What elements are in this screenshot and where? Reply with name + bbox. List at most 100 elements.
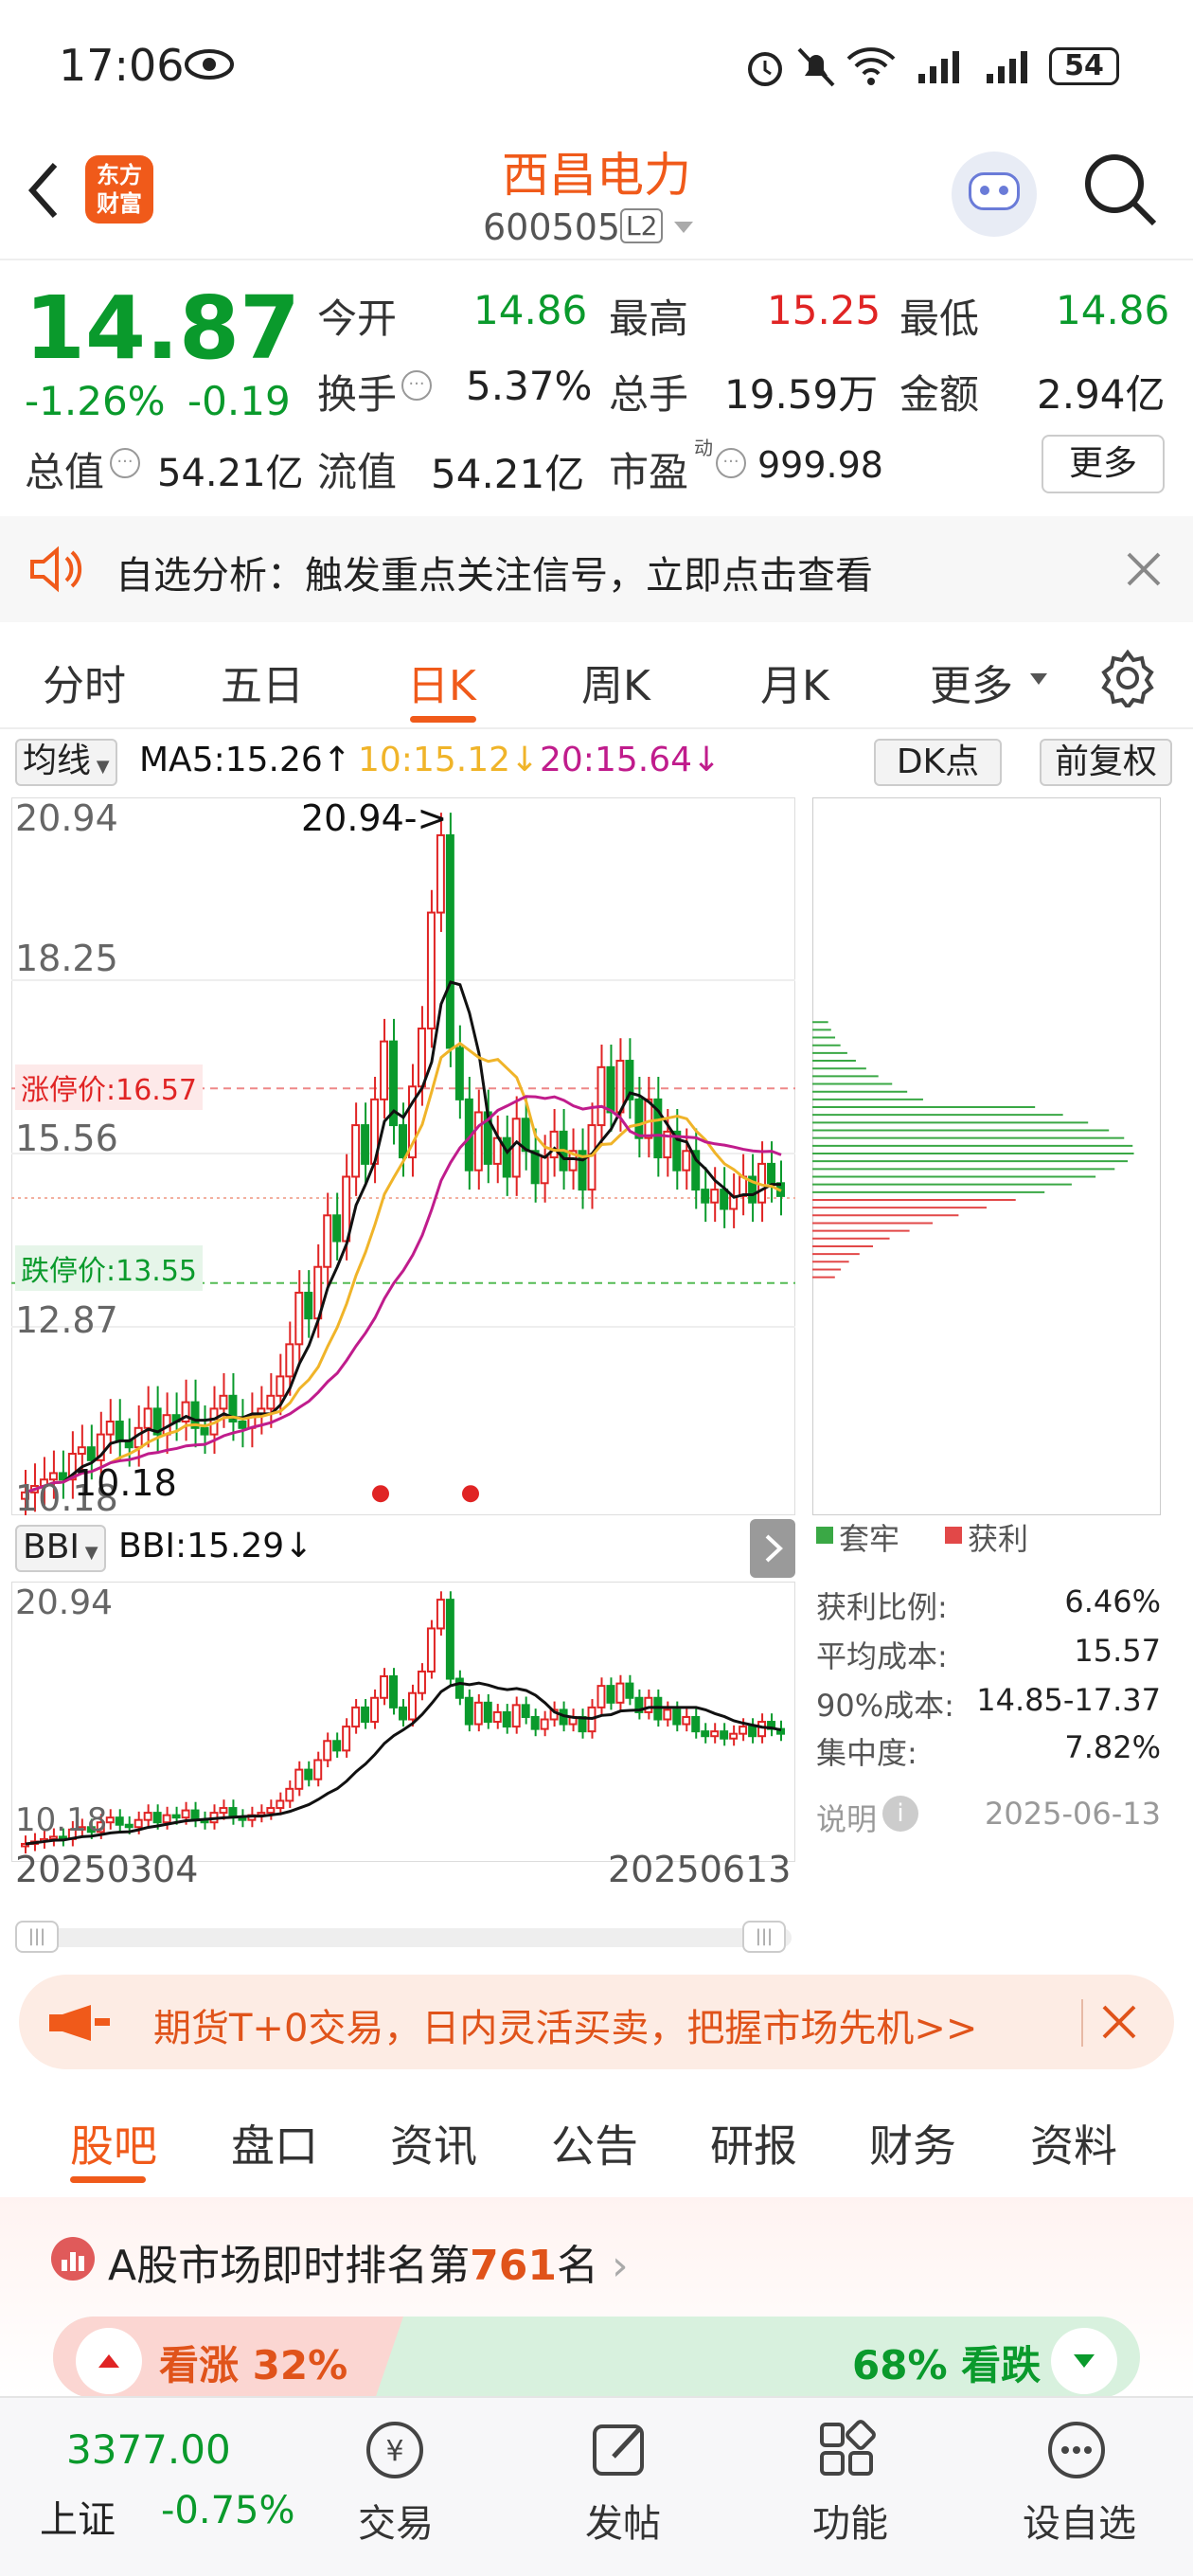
- close-icon[interactable]: [1125, 550, 1163, 588]
- range-handle-right[interactable]: |||: [742, 1921, 786, 1953]
- active-tab-indicator: [410, 716, 476, 723]
- ma-selector[interactable]: 均线 ▼: [15, 739, 117, 786]
- back-icon[interactable]: [25, 161, 62, 220]
- expand-panel-button[interactable]: [750, 1519, 795, 1578]
- tab-research[interactable]: 研报: [710, 2112, 797, 2174]
- sub-candle-body: [492, 1710, 502, 1724]
- grid-icon[interactable]: [814, 2417, 881, 2483]
- tab-month-k[interactable]: 月K: [760, 652, 829, 712]
- trade-icon[interactable]: ¥: [362, 2417, 428, 2483]
- close-icon[interactable]: [1100, 2003, 1138, 2041]
- info-icon[interactable]: ···: [110, 448, 140, 478]
- candle-body: [540, 1156, 549, 1185]
- sub-candle-body: [596, 1685, 606, 1708]
- info-icon[interactable]: ···: [401, 370, 432, 401]
- watchlist-label[interactable]: 设自选: [1023, 2493, 1136, 2548]
- index-name[interactable]: 上证: [40, 2489, 116, 2544]
- candle-body: [294, 1291, 304, 1346]
- tab-announcements[interactable]: 公告: [551, 2112, 638, 2174]
- peak-label: 20.94->: [301, 797, 448, 839]
- sub-candle-body: [389, 1675, 399, 1708]
- sub-candle-body: [710, 1730, 720, 1738]
- content-tabs: 股吧 盘口 资讯 公告 研报 财务 资料: [0, 2084, 1193, 2192]
- bbi-selector[interactable]: BBI ▼: [15, 1525, 106, 1572]
- logo-line2: 财富: [97, 190, 142, 217]
- index-change[interactable]: -0.75%: [161, 2489, 295, 2532]
- candle-body: [710, 1189, 720, 1204]
- more-button[interactable]: 更多: [1042, 435, 1165, 493]
- chevron-right-icon: [765, 1534, 783, 1563]
- sub-candle-body: [502, 1710, 511, 1728]
- tab-guba[interactable]: 股吧: [70, 2112, 157, 2174]
- futures-banner[interactable]: 期货T+0交易，日内灵活买卖，把握市场先机>>: [19, 1975, 1174, 2069]
- signal-dot: [462, 1485, 479, 1503]
- alarm-icon: [748, 52, 782, 86]
- open-value: 14.86: [473, 287, 588, 333]
- info-icon[interactable]: i: [882, 1796, 918, 1832]
- chip-row-label: 集中度:: [816, 1735, 917, 1771]
- sub-candle-body: [370, 1696, 380, 1724]
- adjust-button[interactable]: 前复权: [1040, 739, 1172, 786]
- sub-candle-body: [171, 1814, 181, 1819]
- rank-text[interactable]: A股市场即时排名第761名 ›: [108, 2231, 629, 2292]
- index-value[interactable]: 3377.00: [66, 2426, 231, 2473]
- tab-more[interactable]: 更多: [930, 652, 1013, 712]
- range-scrollbar[interactable]: [15, 1928, 792, 1947]
- chip-row-label: 平均成本:: [816, 1638, 948, 1674]
- app-logo[interactable]: 东方 财富: [85, 155, 153, 224]
- kline-chart[interactable]: [11, 797, 795, 1515]
- post-label[interactable]: 发帖: [585, 2493, 661, 2548]
- sub-candle-body: [540, 1718, 549, 1730]
- candle-body: [417, 1028, 426, 1088]
- trade-label[interactable]: 交易: [358, 2493, 434, 2548]
- change-value: -0.19: [187, 378, 291, 424]
- tab-minute[interactable]: 分时: [43, 652, 126, 712]
- mktcap-value: 54.21亿: [157, 452, 304, 495]
- stock-code: 600505: [483, 206, 621, 248]
- sub-candle-body: [266, 1807, 276, 1815]
- candle-body: [720, 1189, 729, 1210]
- tab-five-day[interactable]: 五日: [221, 652, 304, 712]
- candle-body: [77, 1446, 86, 1456]
- rank-section: A股市场即时排名第761名 › 看涨 32% 68% 看跌: [0, 2197, 1193, 2398]
- search-icon[interactable]: [1082, 152, 1158, 227]
- chip-row-value: 15.57: [1074, 1633, 1161, 1669]
- sub-candle-body: [162, 1814, 171, 1824]
- tab-day-k[interactable]: 日K: [407, 652, 476, 712]
- tab-profile[interactable]: 资料: [1030, 2112, 1117, 2174]
- caret-down-icon: [1030, 673, 1047, 685]
- legend-profit-swatch: [945, 1527, 962, 1544]
- robot-avatar[interactable]: [952, 152, 1037, 237]
- gear-icon[interactable]: [1098, 649, 1157, 707]
- bear-button[interactable]: [1051, 2328, 1117, 2394]
- tab-week-k[interactable]: 周K: [581, 652, 650, 712]
- tab-pankou[interactable]: 盘口: [231, 2112, 318, 2174]
- bbi-subchart[interactable]: [11, 1582, 795, 1862]
- sub-candle-body: [105, 1816, 115, 1824]
- notice-bar[interactable]: 自选分析：触发重点关注信号，立即点击查看: [0, 516, 1193, 622]
- tab-news[interactable]: 资讯: [390, 2112, 477, 2174]
- candle-body: [351, 1124, 361, 1178]
- low-label: 10.18: [74, 1462, 177, 1504]
- sub-candle-body: [436, 1599, 445, 1630]
- more-dots-icon[interactable]: [1043, 2417, 1110, 2483]
- level-badge[interactable]: L2: [620, 208, 664, 243]
- sub-candle-body: [720, 1730, 729, 1740]
- sub-candle-body: [473, 1701, 483, 1726]
- battery-icon: 54: [1049, 47, 1119, 85]
- tab-finance[interactable]: 财务: [869, 2112, 956, 2174]
- rank-suffix: 名: [556, 2242, 598, 2290]
- dk-button[interactable]: DK点: [874, 739, 1002, 786]
- post-icon[interactable]: [587, 2417, 653, 2483]
- app-header: 东方 财富 西昌电力 600505 L2: [0, 133, 1193, 260]
- sub-candle-body: [219, 1807, 228, 1815]
- function-label[interactable]: 功能: [812, 2493, 888, 2548]
- chip-explain-link[interactable]: 说明: [816, 1796, 877, 1839]
- range-handle-left[interactable]: |||: [15, 1921, 59, 1953]
- bull-button[interactable]: [76, 2328, 142, 2394]
- chip-distribution-chart[interactable]: [812, 797, 1161, 1515]
- caret-down-icon[interactable]: [672, 220, 695, 235]
- sub-candle-body: [294, 1768, 304, 1790]
- info-icon[interactable]: ···: [716, 448, 746, 478]
- sub-candle-body: [380, 1675, 389, 1699]
